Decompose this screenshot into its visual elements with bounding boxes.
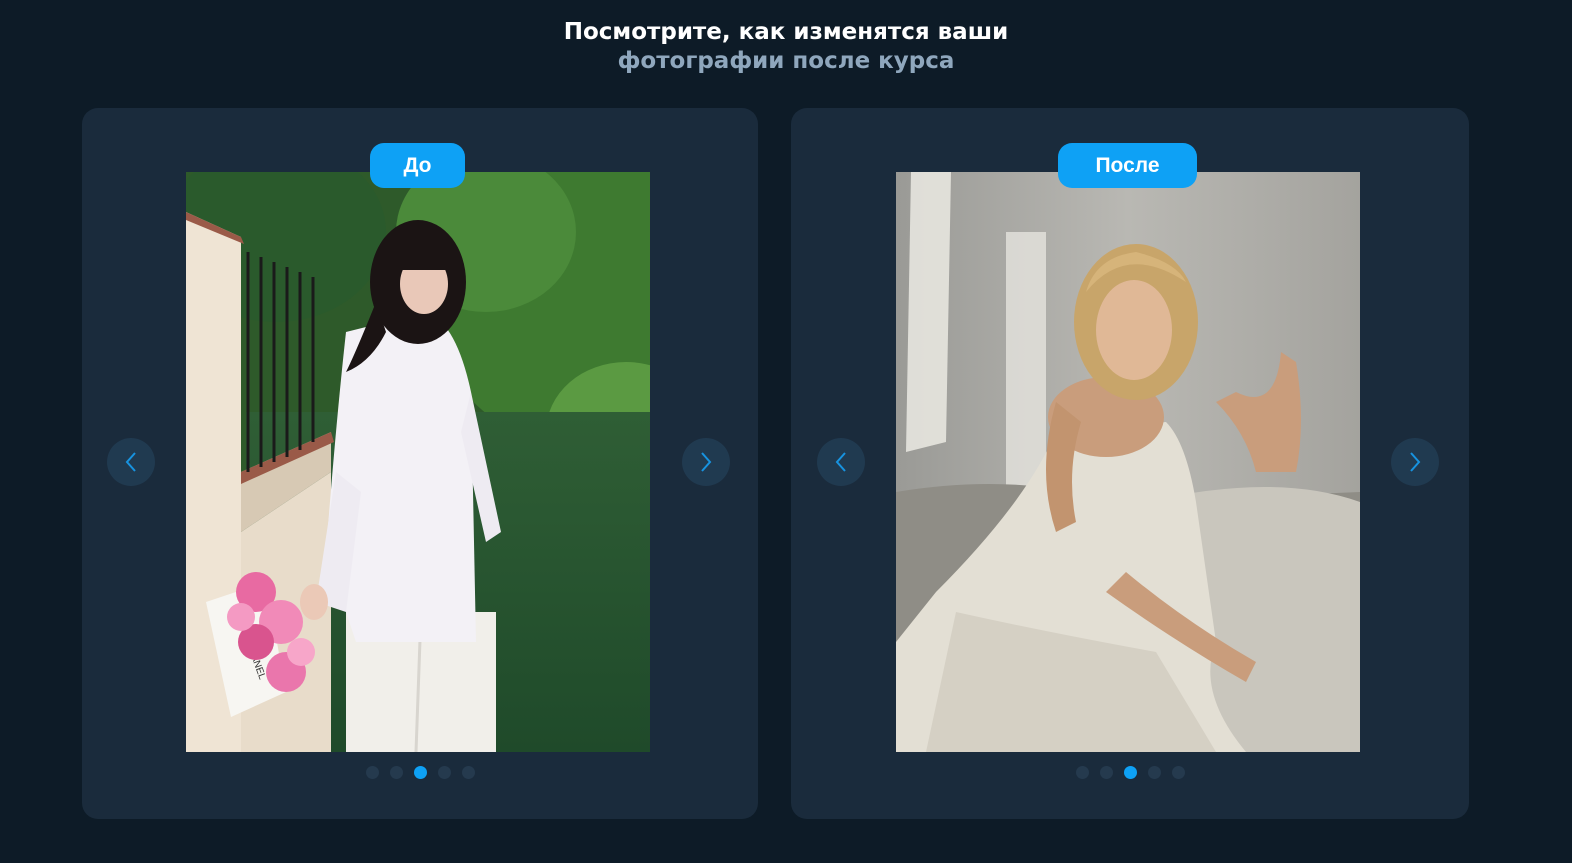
chevron-left-icon: [125, 452, 136, 472]
chevron-right-icon: [701, 452, 712, 472]
pagination-dot-3[interactable]: [413, 766, 427, 779]
heading-line-1: Посмотрите, как изменятся ваши: [563, 19, 1009, 45]
pagination-dot-3[interactable]: [1123, 766, 1137, 779]
pagination-dot-4[interactable]: [437, 766, 451, 779]
comparison-section: Посмотрите, как изменятся ваши фотографи…: [0, 0, 1572, 863]
after-photo: [896, 172, 1360, 752]
after-pagination: [791, 766, 1469, 779]
chevron-left-icon: [835, 452, 846, 472]
after-badge: После: [1058, 143, 1197, 188]
before-next-button[interactable]: [682, 438, 730, 486]
chevron-right-icon: [1410, 452, 1421, 472]
before-card: До CHANEL: [82, 108, 758, 819]
pagination-dot-5[interactable]: [1171, 766, 1185, 779]
before-badge: До: [370, 143, 465, 188]
after-prev-button[interactable]: [817, 438, 865, 486]
after-next-button[interactable]: [1391, 438, 1439, 486]
pagination-dot-2[interactable]: [389, 766, 403, 779]
before-pagination: [82, 766, 758, 779]
pagination-dot-1[interactable]: [365, 766, 379, 779]
pagination-dot-5[interactable]: [461, 766, 475, 779]
before-prev-button[interactable]: [107, 438, 155, 486]
pagination-dot-1[interactable]: [1075, 766, 1089, 779]
before-photo: CHANEL: [186, 172, 650, 752]
heading-line-2: фотографии после курса: [617, 48, 955, 74]
pagination-dot-2[interactable]: [1099, 766, 1113, 779]
section-heading: Посмотрите, как изменятся ваши фотографи…: [0, 18, 1572, 76]
after-card: После: [791, 108, 1469, 819]
pagination-dot-4[interactable]: [1147, 766, 1161, 779]
